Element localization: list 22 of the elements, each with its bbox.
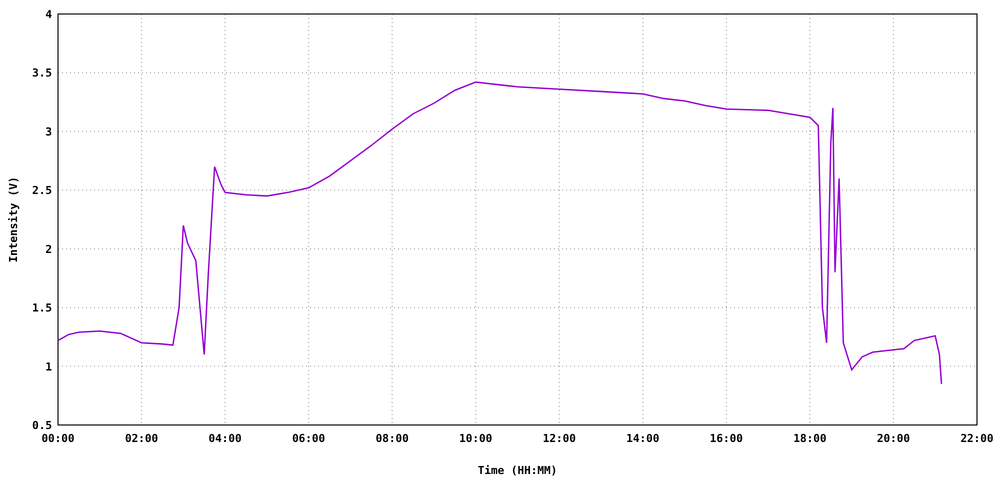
tick-label: 2 xyxy=(45,242,52,256)
tick-label: 3 xyxy=(45,125,52,138)
tick-label: 20:00 xyxy=(876,432,910,445)
tick-label: 14:00 xyxy=(626,432,660,445)
tick-label: 22:00 xyxy=(960,432,994,445)
tick-label: 10:00 xyxy=(459,432,492,445)
tick-label: 16:00 xyxy=(710,432,743,445)
tick-label: 1 xyxy=(45,360,52,374)
tick-label: 02:00 xyxy=(124,432,158,445)
tick-label: 4 xyxy=(45,8,52,21)
tick-label: 12:00 xyxy=(542,432,576,445)
tick-label: 0.5 xyxy=(32,419,52,432)
tick-label: 00:00 xyxy=(41,432,75,445)
tick-label: 08:00 xyxy=(376,432,409,445)
axis-title: Time (HH:MM) xyxy=(478,464,558,477)
tick-label: 04:00 xyxy=(208,432,242,445)
tick-label: 1.5 xyxy=(32,302,52,315)
tick-label: 18:00 xyxy=(793,432,826,445)
axis-title: Intensity (V) xyxy=(7,176,20,263)
tick-label: 06:00 xyxy=(292,432,326,445)
tick-label: 2.5 xyxy=(32,184,52,198)
tick-label: 3.5 xyxy=(32,66,52,80)
